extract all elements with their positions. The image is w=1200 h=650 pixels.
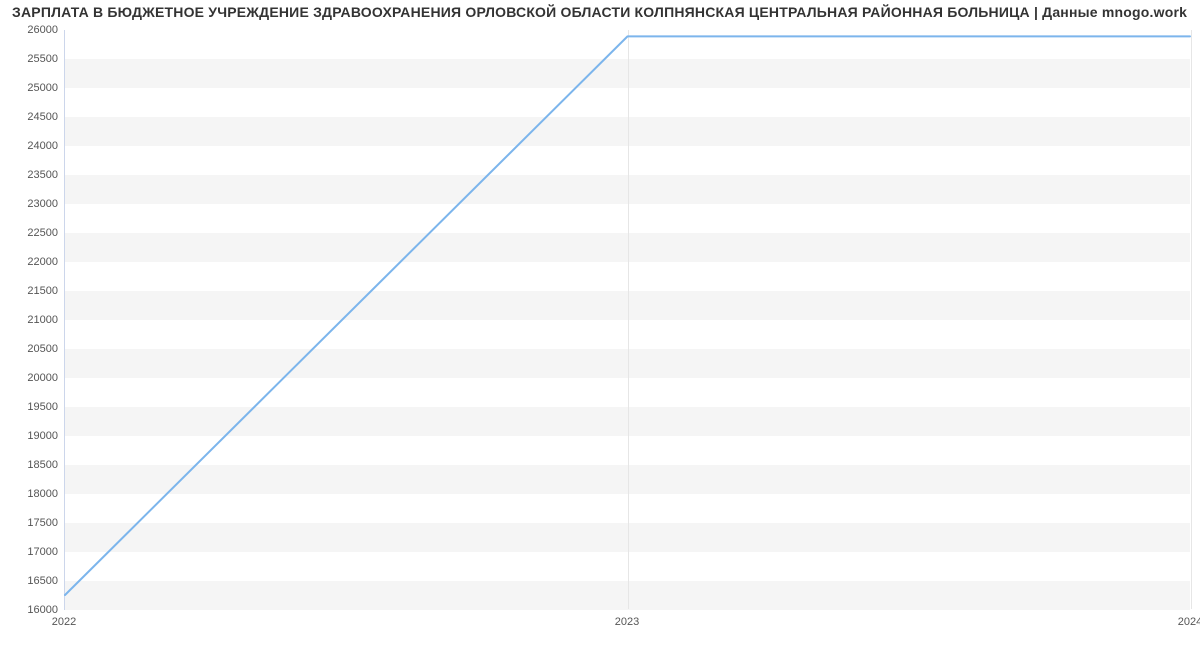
series-line-layer — [65, 30, 1190, 609]
chart-title: ЗАРПЛАТА В БЮДЖЕТНОЕ УЧРЕЖДЕНИЕ ЗДРАВООХ… — [12, 4, 1187, 20]
y-tick-label: 25500 — [6, 53, 58, 65]
series-line — [65, 36, 1190, 595]
x-tick-label: 2024 — [1178, 616, 1200, 628]
y-tick-label: 20000 — [6, 372, 58, 384]
y-tick-label: 21500 — [6, 285, 58, 297]
y-tick-label: 24000 — [6, 140, 58, 152]
chart-container: ЗАРПЛАТА В БЮДЖЕТНОЕ УЧРЕЖДЕНИЕ ЗДРАВООХ… — [0, 0, 1200, 650]
y-tick-label: 24500 — [6, 111, 58, 123]
y-tick-label: 19000 — [6, 430, 58, 442]
x-tick-label: 2022 — [52, 616, 76, 628]
y-tick-label: 23500 — [6, 169, 58, 181]
y-tick-label: 22500 — [6, 227, 58, 239]
y-tick-label: 21000 — [6, 314, 58, 326]
y-tick-label: 17000 — [6, 546, 58, 558]
y-tick-label: 18500 — [6, 459, 58, 471]
y-tick-label: 23000 — [6, 198, 58, 210]
y-tick-label: 22000 — [6, 256, 58, 268]
x-tick-label: 2023 — [615, 616, 639, 628]
y-tick-label: 26000 — [6, 24, 58, 36]
y-tick-label: 17500 — [6, 517, 58, 529]
y-tick-label: 16500 — [6, 575, 58, 587]
y-tick-label: 25000 — [6, 82, 58, 94]
y-tick-label: 18000 — [6, 488, 58, 500]
y-tick-label: 16000 — [6, 604, 58, 616]
x-gridline — [1191, 30, 1192, 609]
y-tick-label: 20500 — [6, 343, 58, 355]
y-tick-label: 19500 — [6, 401, 58, 413]
plot-area — [64, 30, 1190, 610]
